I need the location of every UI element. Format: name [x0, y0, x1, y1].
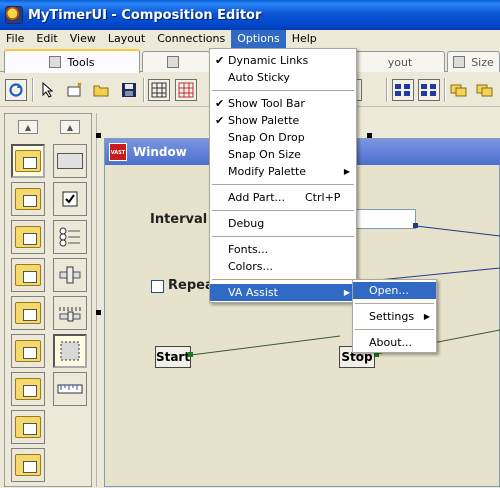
submenu-arrow-icon: ▶: [423, 312, 430, 321]
menu-item-label: VA Assist: [228, 286, 278, 299]
menu-item-label: Settings: [369, 310, 415, 323]
menu-item-show-palette[interactable]: ✔ Show Palette: [210, 112, 356, 129]
menu-separator: [210, 180, 356, 189]
menu-item-auto-sticky[interactable]: Auto Sticky: [210, 69, 356, 86]
menu-item-debug[interactable]: Debug: [210, 215, 356, 232]
menu-item-about[interactable]: About...: [353, 334, 436, 351]
connection-handle[interactable]: [188, 352, 193, 357]
menu-item-add-part[interactable]: Add Part... Ctrl+P: [210, 189, 356, 206]
menu-item-modify-palette[interactable]: Modify Palette ▶: [210, 163, 356, 180]
options-menu: ✔ Dynamic Links Auto Sticky ✔ Show Tool …: [209, 48, 357, 303]
menu-item-label: Show Tool Bar: [228, 97, 305, 110]
menu-item-open[interactable]: Open...: [353, 282, 436, 299]
menu-item-label: About...: [369, 336, 413, 349]
connection-line[interactable]: [415, 225, 500, 237]
menu-item-label: Snap On Drop: [228, 131, 305, 144]
menu-item-snap-on-drop[interactable]: Snap On Drop: [210, 129, 356, 146]
menu-item-label: Snap On Size: [228, 148, 301, 161]
check-icon: ✔: [215, 114, 225, 127]
menu-separator: [210, 232, 356, 241]
menu-item-snap-on-size[interactable]: Snap On Size: [210, 146, 356, 163]
menu-item-label: Auto Sticky: [228, 71, 290, 84]
connection-line[interactable]: [190, 335, 341, 356]
menu-item-label: Dynamic Links: [228, 54, 309, 67]
connection-handle[interactable]: [413, 223, 418, 228]
menu-item-label: Debug: [228, 217, 265, 230]
check-icon: ✔: [215, 54, 225, 67]
menu-item-show-tool-bar[interactable]: ✔ Show Tool Bar: [210, 95, 356, 112]
menu-item-label: Colors...: [228, 260, 273, 273]
menu-separator: [210, 206, 356, 215]
menu-item-label: Show Palette: [228, 114, 300, 127]
menu-item-label: Modify Palette: [228, 165, 307, 178]
menu-item-colors[interactable]: Colors...: [210, 258, 356, 275]
submenu-arrow-icon: ▶: [343, 288, 350, 297]
menu-separator: [210, 86, 356, 95]
check-icon: ✔: [215, 97, 225, 110]
submenu-arrow-icon: ▶: [343, 167, 350, 176]
menu-separator: [353, 299, 436, 308]
va-assist-submenu: Open... Settings ▶ About...: [352, 279, 437, 353]
menu-item-va-assist[interactable]: VA Assist ▶: [210, 284, 356, 301]
menu-item-label: Add Part...: [228, 191, 285, 204]
menu-item-label: Open...: [369, 284, 409, 297]
menu-separator: [210, 275, 356, 284]
shortcut-label: Ctrl+P: [305, 191, 341, 204]
menu-item-settings[interactable]: Settings ▶: [353, 308, 436, 325]
menu-item-fonts[interactable]: Fonts...: [210, 241, 356, 258]
menu-item-dynamic-links[interactable]: ✔ Dynamic Links: [210, 52, 356, 69]
menu-separator: [353, 325, 436, 334]
menu-item-label: Fonts...: [228, 243, 269, 256]
